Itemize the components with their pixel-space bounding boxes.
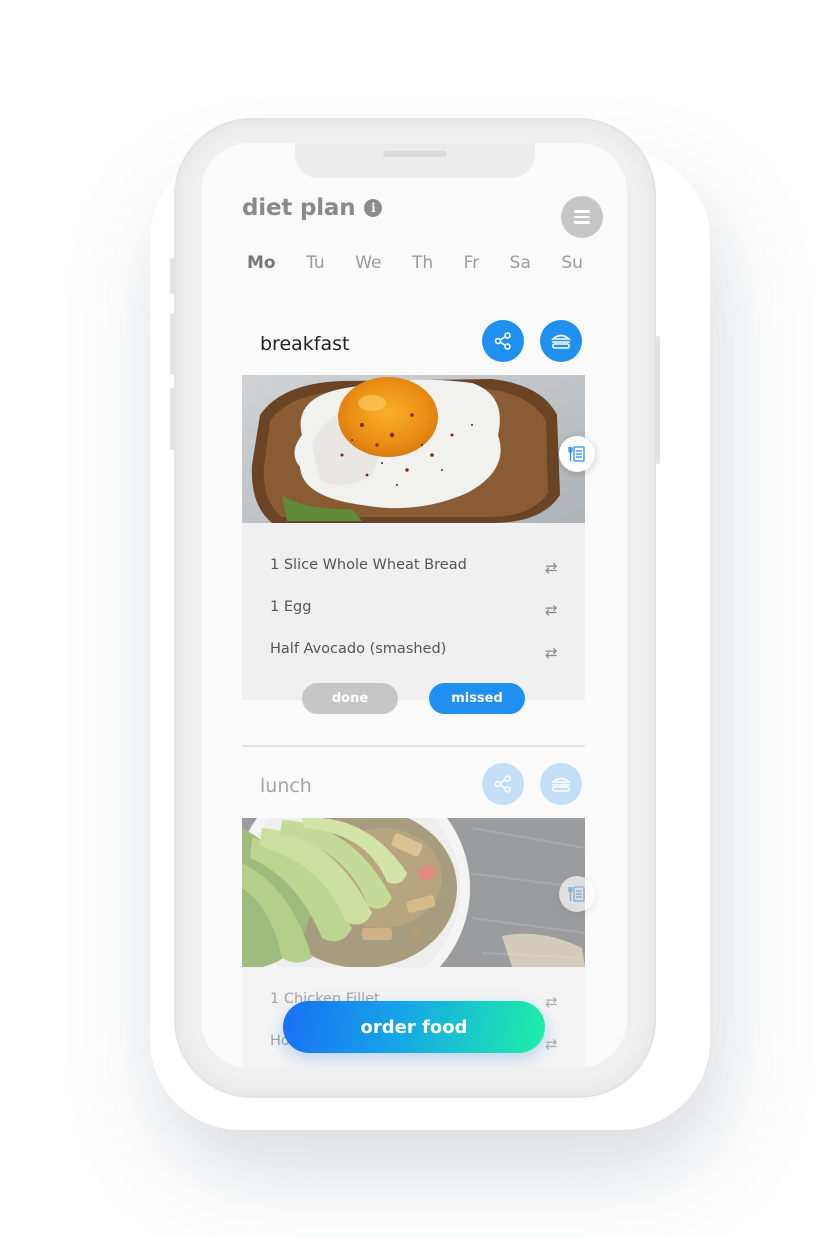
notch <box>295 143 535 178</box>
day-tab-tu[interactable]: Tu <box>306 253 325 273</box>
breakfast-share-button[interactable] <box>482 320 524 362</box>
day-tab-th[interactable]: Th <box>412 253 433 273</box>
swap-icon[interactable]: ⇄ <box>545 1035 558 1053</box>
menu-icon-line <box>574 210 590 213</box>
recipe-list-icon <box>568 446 585 462</box>
volume-down-button <box>170 388 174 450</box>
lunch-recipe-icon[interactable] <box>559 876 595 912</box>
mute-switch <box>170 258 174 294</box>
burger-icon <box>550 777 572 792</box>
order-food-button[interactable]: order food <box>283 1001 545 1053</box>
divider <box>242 745 585 747</box>
breakfast-food-button[interactable] <box>540 320 582 362</box>
swap-icon[interactable]: ⇄ <box>545 644 558 662</box>
burger-icon <box>550 334 572 349</box>
day-selector: Mo Tu We Th Fr Sa Su <box>247 253 583 273</box>
header: diet plan i <box>242 195 383 221</box>
info-icon[interactable]: i <box>364 199 383 217</box>
avocado-salad-image <box>242 818 585 967</box>
recipe-list-icon <box>568 886 585 902</box>
phone-screen: diet plan i Mo Tu We Th Fr Sa Su breakfa… <box>201 143 627 1068</box>
page-title: diet plan <box>242 195 356 221</box>
swap-icon[interactable]: ⇄ <box>545 601 558 619</box>
day-tab-sa[interactable]: Sa <box>510 253 531 273</box>
share-icon <box>494 332 511 350</box>
breakfast-item: 1 Egg <box>270 599 312 615</box>
breakfast-item: Half Avocado (smashed) <box>270 641 447 657</box>
day-tab-mo[interactable]: Mo <box>247 253 276 273</box>
lunch-share-button[interactable] <box>482 763 524 805</box>
lunch-photo <box>242 818 585 967</box>
egg-toast-image <box>242 375 585 523</box>
menu-icon-line <box>574 221 590 224</box>
volume-up-button <box>170 313 174 375</box>
breakfast-item: 1 Slice Whole Wheat Bread <box>270 557 467 573</box>
day-tab-fr[interactable]: Fr <box>464 253 480 273</box>
swap-icon[interactable]: ⇄ <box>545 993 558 1011</box>
breakfast-photo <box>242 375 585 523</box>
day-tab-su[interactable]: Su <box>561 253 583 273</box>
lunch-food-button[interactable] <box>540 763 582 805</box>
day-tab-we[interactable]: We <box>355 253 381 273</box>
breakfast-title: breakfast <box>260 333 350 355</box>
lunch-title: lunch <box>260 775 312 797</box>
power-button <box>656 336 660 464</box>
menu-button[interactable] <box>561 196 603 238</box>
missed-button[interactable]: missed <box>429 683 525 714</box>
recipe-icon[interactable] <box>559 436 595 472</box>
share-icon <box>494 775 511 793</box>
menu-icon-line <box>574 215 590 219</box>
swap-icon[interactable]: ⇄ <box>545 559 558 577</box>
speaker <box>383 151 447 157</box>
done-button[interactable]: done <box>302 683 398 714</box>
